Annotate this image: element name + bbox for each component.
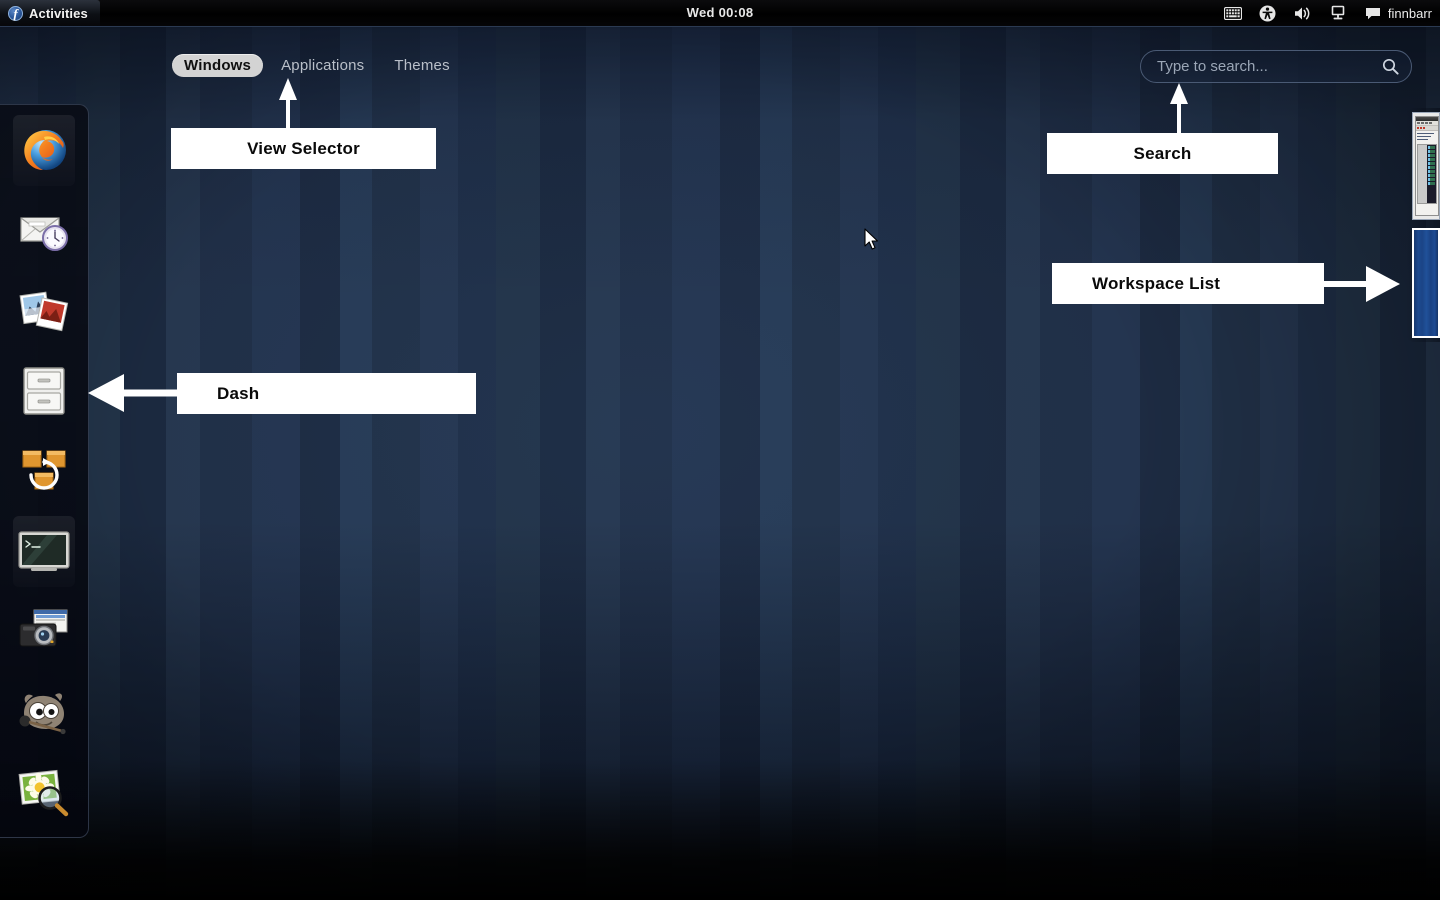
network-display-icon[interactable] xyxy=(1329,4,1347,22)
desktop-screen: Activities Wed 00:08 xyxy=(0,0,1440,900)
status-area: finnbarr xyxy=(1223,0,1432,26)
callout-dash: Dash xyxy=(177,373,476,414)
activities-button[interactable]: Activities xyxy=(0,0,100,26)
files-cabinet-icon xyxy=(20,365,68,417)
mini-window-body xyxy=(1417,144,1437,204)
evolution-mail-icon xyxy=(17,204,71,258)
image-viewer-icon xyxy=(17,767,71,817)
tab-themes[interactable]: Themes xyxy=(382,54,461,77)
dash xyxy=(0,104,89,838)
photo-manager-icon xyxy=(17,286,71,336)
mini-sidepane xyxy=(1418,145,1427,203)
search-input[interactable]: Type to search... xyxy=(1140,50,1412,83)
dash-item-screenshot[interactable] xyxy=(13,596,75,667)
mini-list-pane xyxy=(1427,145,1436,203)
fedora-logo-icon xyxy=(8,5,23,22)
tab-applications[interactable]: Applications xyxy=(269,54,376,77)
workspace-thumbnail-1[interactable] xyxy=(1412,112,1440,220)
package-manager-icon xyxy=(17,445,71,497)
workspace-list xyxy=(1406,108,1440,342)
workspace-thumbnail-2[interactable] xyxy=(1412,228,1440,338)
callout-view-selector-label: View Selector xyxy=(247,138,360,158)
dash-item-image-viewer[interactable] xyxy=(13,757,75,828)
callout-workspace-list-label: Workspace List xyxy=(1092,273,1221,293)
callout-workspace-list: Workspace List xyxy=(1052,263,1324,304)
firefox-icon xyxy=(16,123,72,179)
terminal-icon xyxy=(17,529,71,575)
user-menu[interactable]: finnbarr xyxy=(1364,4,1432,22)
mini-content-lines xyxy=(1416,131,1438,142)
volume-icon[interactable] xyxy=(1294,4,1312,22)
chat-bubble-icon xyxy=(1364,4,1382,22)
keyboard-icon[interactable] xyxy=(1223,4,1242,22)
window-thumbnail[interactable] xyxy=(1415,116,1439,216)
dash-item-shotwell[interactable] xyxy=(13,275,75,346)
search-placeholder: Type to search... xyxy=(1157,58,1268,75)
username-label: finnbarr xyxy=(1387,5,1432,21)
activities-label: Activities xyxy=(29,5,88,21)
dash-item-evolution[interactable] xyxy=(13,195,75,266)
tab-windows[interactable]: Windows xyxy=(172,54,264,77)
callout-search: Search xyxy=(1047,133,1278,174)
callout-dash-label: Dash xyxy=(217,383,260,403)
gimp-icon xyxy=(16,689,72,735)
search-icon[interactable] xyxy=(1382,58,1399,75)
dash-item-gimp[interactable] xyxy=(13,677,75,748)
dash-item-nautilus[interactable] xyxy=(13,356,75,427)
callout-search-label: Search xyxy=(1133,143,1192,163)
top-bar: Activities Wed 00:08 xyxy=(0,0,1440,27)
dash-item-firefox[interactable] xyxy=(13,115,75,187)
dash-item-package-manager[interactable] xyxy=(13,436,75,507)
dash-item-terminal[interactable] xyxy=(13,516,75,588)
callout-view-selector: View Selector xyxy=(171,128,436,169)
view-selector: Windows Applications Themes xyxy=(172,54,462,77)
accessibility-icon[interactable] xyxy=(1259,4,1277,22)
screenshot-camera-icon xyxy=(17,608,71,656)
